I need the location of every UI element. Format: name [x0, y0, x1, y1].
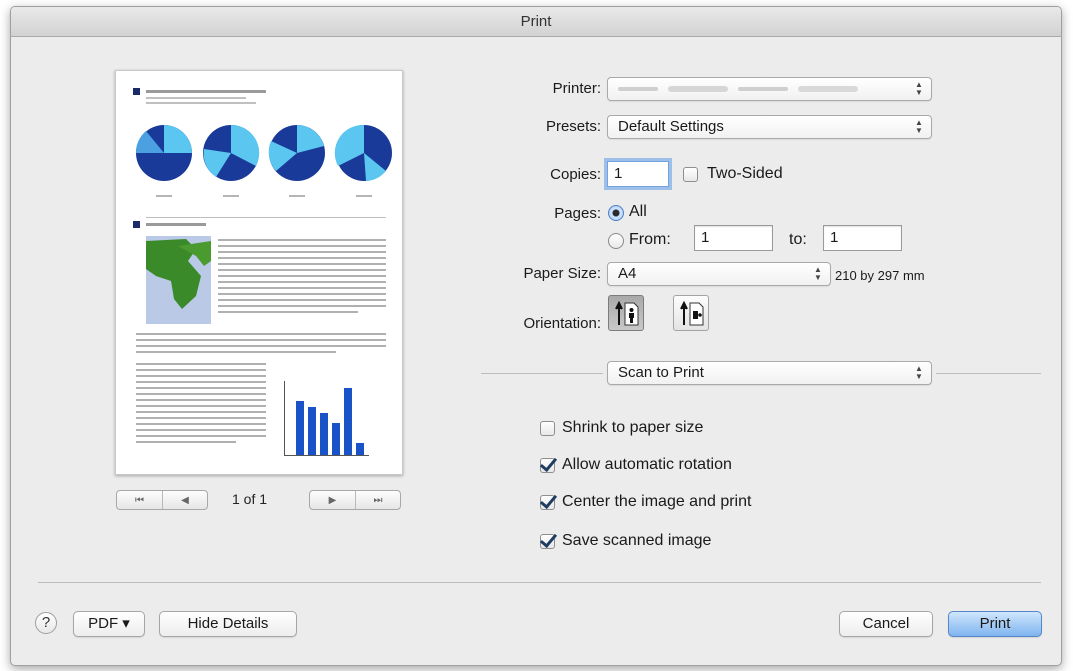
- help-button[interactable]: ?: [35, 612, 57, 634]
- shrink-to-paper-label: Shrink to paper size: [562, 419, 704, 436]
- window-title: Print: [11, 7, 1061, 37]
- last-page-icon: ⏭: [373, 494, 383, 506]
- popup-arrows-icon: ▲ ▼: [915, 118, 923, 135]
- section-popup[interactable]: Scan to Print ▲ ▼: [607, 361, 932, 385]
- section-separator-right: [936, 373, 1041, 374]
- pages-all-label: All: [629, 203, 647, 220]
- center-image-checkbox[interactable]: [540, 495, 555, 510]
- presets-popup[interactable]: Default Settings ▲ ▼: [607, 115, 932, 139]
- print-button[interactable]: Print: [948, 611, 1042, 637]
- preview-forward-controls: ▶ ⏭: [309, 490, 401, 510]
- two-sided-label: Two-Sided: [707, 165, 783, 182]
- two-sided-checkbox[interactable]: [683, 167, 698, 182]
- pages-from-field[interactable]: 1: [694, 225, 773, 251]
- pages-from-label: From:: [629, 231, 671, 248]
- paper-size-label: Paper Size:: [523, 265, 601, 282]
- orientation-landscape-button[interactable]: [673, 295, 709, 331]
- cancel-button[interactable]: Cancel: [839, 611, 933, 637]
- pages-from-radio[interactable]: [608, 233, 624, 249]
- pdf-menu-button[interactable]: PDF ▾: [73, 611, 145, 637]
- paper-dimensions: 210 by 297 mm: [835, 268, 925, 283]
- copies-field[interactable]: 1: [607, 161, 669, 187]
- page-counter: 1 of 1: [232, 491, 268, 507]
- save-scanned-image-checkbox[interactable]: [540, 534, 555, 549]
- copies-label: Copies:: [550, 166, 601, 183]
- section-popup-value: Scan to Print: [618, 364, 704, 381]
- shrink-to-paper-checkbox[interactable]: [540, 421, 555, 436]
- popup-arrows-icon: ▲ ▼: [915, 364, 923, 381]
- hide-details-button[interactable]: Hide Details: [159, 611, 297, 637]
- next-page-button[interactable]: ▶: [310, 491, 355, 509]
- save-scanned-image-label: Save scanned image: [562, 532, 712, 549]
- printer-popup[interactable]: ▲ ▼: [607, 77, 932, 101]
- portrait-icon: [615, 301, 639, 326]
- popup-arrows-icon: ▲ ▼: [814, 265, 822, 282]
- previous-page-icon: ◀: [181, 494, 189, 506]
- printer-label: Printer:: [552, 80, 601, 97]
- pages-label: Pages:: [554, 205, 601, 222]
- first-page-icon: ⏮: [135, 494, 144, 506]
- preview-back-controls: ⏮ ◀: [116, 490, 208, 510]
- footer-separator: [38, 582, 1041, 583]
- print-dialog: Print ⏮ ◀ 1 of 1 ▶ ⏭ Printer: ▲ ▼ Preset…: [10, 6, 1062, 666]
- orientation-portrait-button[interactable]: [608, 295, 644, 331]
- popup-arrows-icon: ▲ ▼: [915, 80, 923, 97]
- pages-all-radio[interactable]: [608, 205, 624, 221]
- previous-page-button[interactable]: ◀: [162, 491, 207, 509]
- presets-value: Default Settings: [618, 118, 724, 135]
- last-page-button[interactable]: ⏭: [355, 491, 400, 509]
- presets-label: Presets:: [545, 118, 601, 135]
- orientation-label: Orientation:: [523, 315, 601, 332]
- auto-rotation-checkbox[interactable]: [540, 458, 555, 473]
- printer-name-redacted: [618, 86, 858, 92]
- first-page-button[interactable]: ⏮: [117, 491, 162, 509]
- center-image-label: Center the image and print: [562, 493, 752, 510]
- page-preview: [115, 70, 403, 475]
- section-separator-left: [481, 373, 603, 374]
- landscape-icon: [680, 301, 704, 326]
- next-page-icon: ▶: [328, 494, 337, 506]
- auto-rotation-label: Allow automatic rotation: [562, 456, 732, 473]
- pages-to-label: to:: [789, 231, 807, 248]
- paper-size-popup[interactable]: A4 ▲ ▼: [607, 262, 831, 286]
- preview-thumbnail: [133, 88, 392, 456]
- pages-to-field[interactable]: 1: [823, 225, 902, 251]
- paper-size-value: A4: [618, 265, 637, 282]
